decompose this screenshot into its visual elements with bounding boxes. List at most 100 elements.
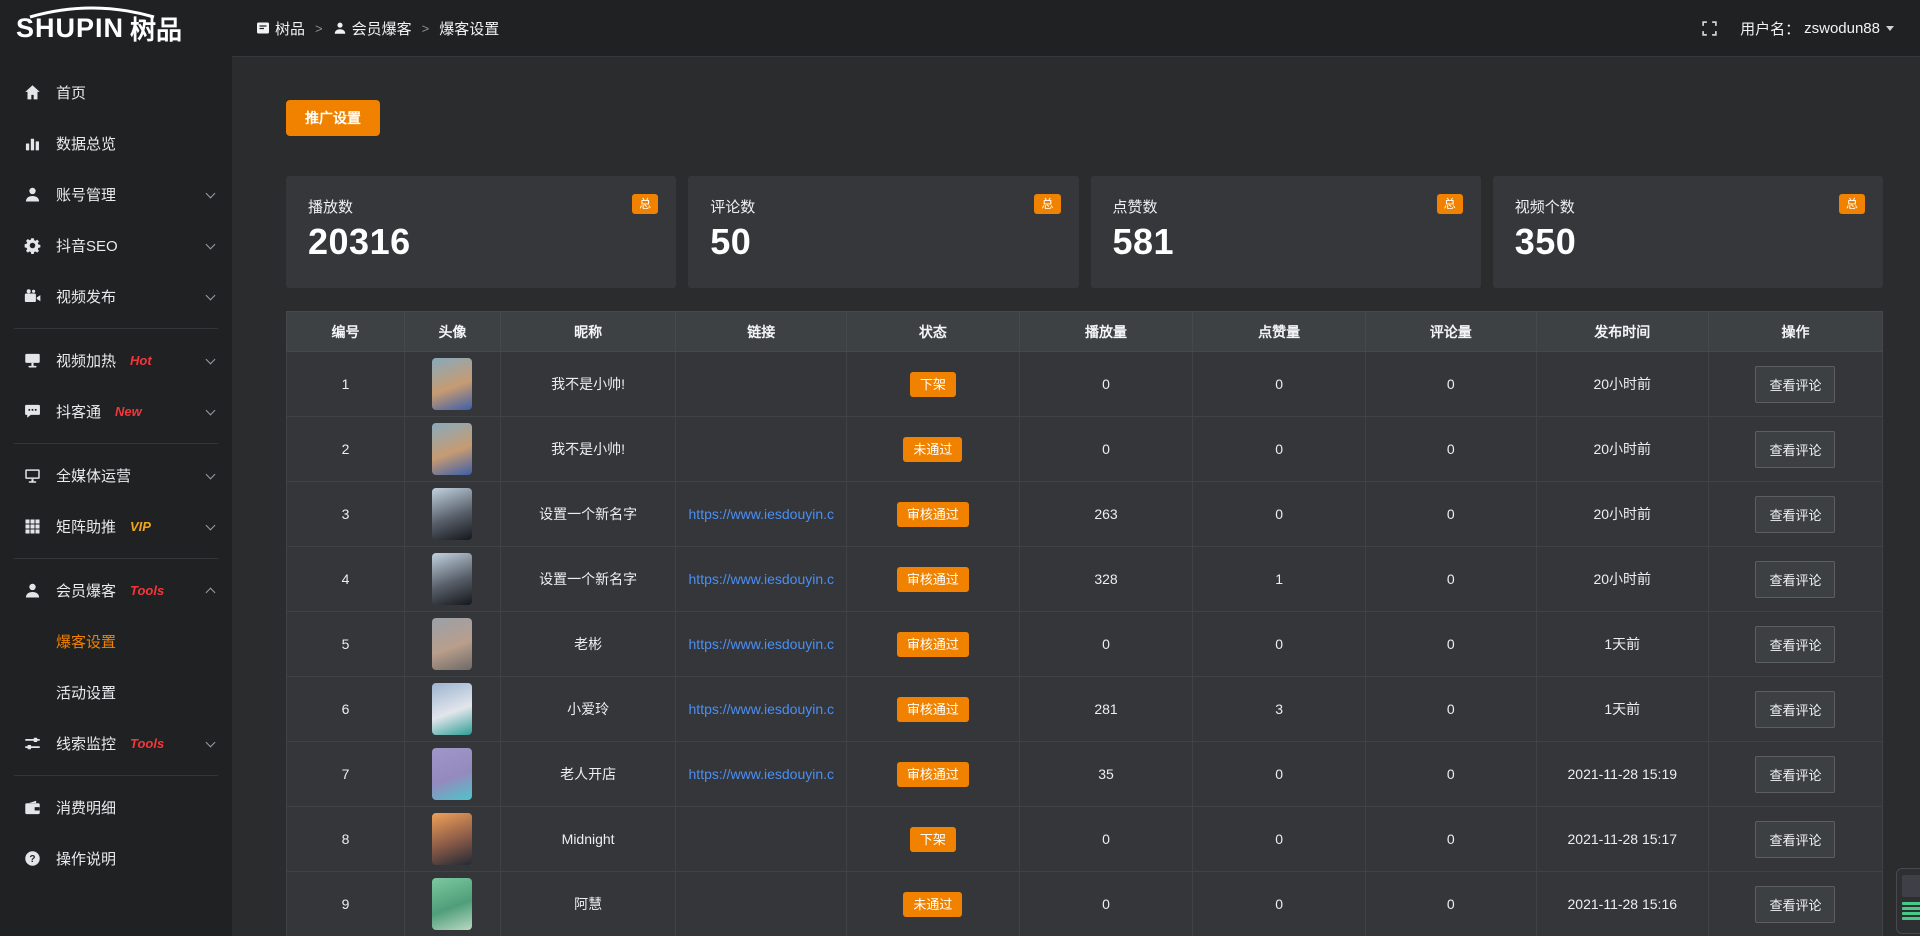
sidebar-menu: 首页数据总览账号管理抖音SEO视频发布视频加热Hot抖客通New 全媒体运营矩阵助… [0, 57, 232, 884]
sidebar-divider [14, 328, 218, 329]
sidebar-item-0[interactable]: 首页 [0, 67, 232, 118]
table-row: 9阿慧未通过0002021-11-28 15:16查看评论 [287, 872, 1883, 936]
cell-action: 查看评论 [1708, 417, 1882, 482]
cell-id: 4 [287, 547, 405, 612]
sidebar-item-7[interactable]: 抖客通New [0, 386, 232, 437]
cell-nickname: 老彬 [500, 612, 676, 677]
cell-plays: 35 [1019, 742, 1193, 807]
chevron-down-icon [206, 188, 216, 198]
breadcrumb-item-home[interactable]: 树品 [256, 18, 305, 39]
cell-likes: 1 [1193, 547, 1365, 612]
dashboard-icon [256, 21, 270, 35]
sidebar-item-3[interactable]: 抖音SEO [0, 220, 232, 271]
cell-comments: 0 [1365, 417, 1536, 482]
view-comments-button[interactable]: 查看评论 [1755, 366, 1835, 403]
stat-label: 播放数 [308, 196, 654, 217]
status-badge: 下架 [910, 372, 956, 397]
cell-action: 查看评论 [1708, 677, 1882, 742]
sidebar-item-13[interactable]: 线索监控Tools [0, 718, 232, 769]
cell-comments: 0 [1365, 352, 1536, 417]
video-link[interactable]: https://www.iesdouyin.c [676, 571, 846, 587]
view-comments-button[interactable]: 查看评论 [1755, 431, 1835, 468]
cell-link: https://www.iesdouyin.c [676, 547, 847, 612]
svg-text:?: ? [29, 854, 35, 865]
sidebar-item-tag: Tools [130, 736, 164, 751]
column-header: 点赞量 [1193, 312, 1365, 352]
screen-icon [24, 467, 41, 484]
cell-avatar [405, 742, 501, 807]
stat-card-0: 播放数20316总 [286, 176, 676, 288]
view-comments-button[interactable]: 查看评论 [1755, 691, 1835, 728]
cell-id: 5 [287, 612, 405, 677]
cell-nickname: 老人开店 [500, 742, 676, 807]
camera-icon [24, 288, 41, 305]
gear-icon [24, 237, 41, 254]
cell-id: 3 [287, 482, 405, 547]
cell-comments: 0 [1365, 547, 1536, 612]
floating-widget[interactable] [1896, 868, 1920, 934]
cell-likes: 0 [1193, 612, 1365, 677]
view-comments-button[interactable]: 查看评论 [1755, 626, 1835, 663]
sidebar-item-label: 首页 [56, 82, 86, 103]
stat-card-2: 点赞数581总 [1091, 176, 1481, 288]
cell-link: https://www.iesdouyin.c [676, 482, 847, 547]
video-link[interactable]: https://www.iesdouyin.c [676, 636, 846, 652]
user-menu[interactable]: 用户名： zswodun88 [1740, 18, 1894, 39]
video-link[interactable]: https://www.iesdouyin.c [676, 506, 846, 522]
sidebar-item-6[interactable]: 视频加热Hot [0, 335, 232, 386]
cell-nickname: 阿慧 [500, 872, 676, 936]
cell-id: 9 [287, 872, 405, 936]
cell-status: 审核通过 [847, 547, 1019, 612]
view-comments-button[interactable]: 查看评论 [1755, 821, 1835, 858]
breadcrumb-item-section[interactable]: 会员爆客 [333, 18, 412, 39]
cell-link [676, 872, 847, 936]
sidebar-divider [14, 558, 218, 559]
cell-plays: 0 [1019, 417, 1193, 482]
avatar [432, 553, 472, 605]
app-logo[interactable]: SHUPIN 树品 [0, 0, 232, 57]
cell-plays: 0 [1019, 807, 1193, 872]
sidebar-item-16[interactable]: ?操作说明 [0, 833, 232, 884]
table-row: 4设置一个新名字https://www.iesdouyin.c审核通过32810… [287, 547, 1883, 612]
total-badge: 总 [1839, 194, 1865, 214]
sidebar-divider [14, 443, 218, 444]
video-link[interactable]: https://www.iesdouyin.c [676, 766, 846, 782]
sidebar-item-1[interactable]: 数据总览 [0, 118, 232, 169]
user-icon [24, 582, 41, 599]
fullscreen-icon[interactable] [1701, 20, 1718, 37]
sidebar-item-10[interactable]: 矩阵助推VIP [0, 501, 232, 552]
sidebar-item-12[interactable]: 会员爆客Tools [0, 565, 232, 616]
sidebar-item-2[interactable]: 账号管理 [0, 169, 232, 220]
sidebar-subitem-1[interactable]: 活动设置 [0, 667, 232, 718]
sidebar-subitem-0[interactable]: 爆客设置 [0, 616, 232, 667]
sidebar-item-tag: Hot [130, 353, 152, 368]
cell-id: 6 [287, 677, 405, 742]
video-link[interactable]: https://www.iesdouyin.c [676, 701, 846, 717]
status-badge: 审核通过 [897, 697, 969, 722]
stat-value: 50 [710, 221, 1056, 263]
cell-link: https://www.iesdouyin.c [676, 612, 847, 677]
view-comments-button[interactable]: 查看评论 [1755, 561, 1835, 598]
sidebar-item-15[interactable]: 消费明细 [0, 782, 232, 833]
view-comments-button[interactable]: 查看评论 [1755, 496, 1835, 533]
table-row: 6小爱玲https://www.iesdouyin.c审核通过281301天前查… [287, 677, 1883, 742]
column-header: 链接 [676, 312, 847, 352]
view-comments-button[interactable]: 查看评论 [1755, 756, 1835, 793]
table-row: 8Midnight下架0002021-11-28 15:17查看评论 [287, 807, 1883, 872]
cell-link: https://www.iesdouyin.c [676, 677, 847, 742]
status-badge: 审核通过 [897, 632, 969, 657]
view-comments-button[interactable]: 查看评论 [1755, 886, 1835, 923]
cell-nickname: 我不是小帅! [500, 352, 676, 417]
table-row: 5老彬https://www.iesdouyin.c审核通过0001天前查看评论 [287, 612, 1883, 677]
status-badge: 审核通过 [897, 502, 969, 527]
sidebar-item-tag: VIP [130, 519, 151, 534]
column-header: 发布时间 [1536, 312, 1708, 352]
chevron-down-icon [206, 737, 216, 747]
sidebar-item-9[interactable]: 全媒体运营 [0, 450, 232, 501]
sidebar-item-4[interactable]: 视频发布 [0, 271, 232, 322]
cell-time: 20小时前 [1536, 482, 1708, 547]
promo-settings-button[interactable]: 推广设置 [286, 100, 380, 136]
cell-likes: 0 [1193, 352, 1365, 417]
stat-cards: 播放数20316总评论数50总点赞数581总视频个数350总 [286, 176, 1883, 288]
cell-action: 查看评论 [1708, 807, 1882, 872]
